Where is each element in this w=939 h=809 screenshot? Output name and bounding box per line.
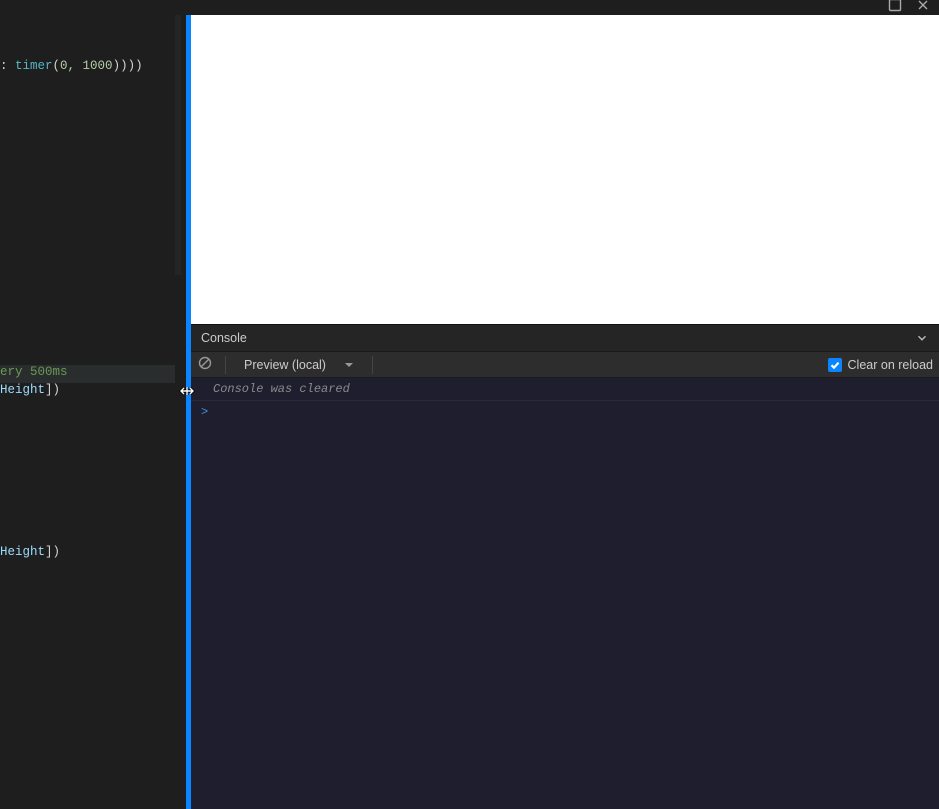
console-context-label: Preview (local) [244,358,326,372]
code-line: Height]) [0,545,175,563]
dropdown-triangle-icon [344,360,354,370]
clear-on-reload-toggle[interactable]: Clear on reload [828,358,933,372]
editor-gutter-edge [175,15,181,275]
console-prompt[interactable]: > [191,401,939,423]
toolbar-separator [372,356,373,374]
clear-on-reload-label: Clear on reload [848,358,933,372]
console-panel-label: Console [201,331,247,345]
chevron-down-icon [915,331,929,345]
checkbox-checked-icon [828,358,842,372]
code-line: : timer(0, 1000)))) [0,59,175,77]
console-context-dropdown[interactable]: Preview (local) [238,358,360,372]
console-message: Console was cleared [191,378,939,401]
console-output[interactable]: Console was cleared > [191,378,939,809]
console-toolbar: Preview (local) Clear on reload [191,351,939,378]
toolbar-separator [225,356,226,374]
code-line: Height]) [0,383,175,401]
code-line: ery 500ms [0,365,175,383]
clear-icon [197,355,213,371]
console-panel-header[interactable]: Console [191,324,939,351]
code-editor[interactable]: : timer(0, 1000)))) ery 500ms Height]) H… [0,15,175,809]
preview-frame[interactable] [191,15,939,324]
clear-console-button[interactable] [197,355,213,374]
